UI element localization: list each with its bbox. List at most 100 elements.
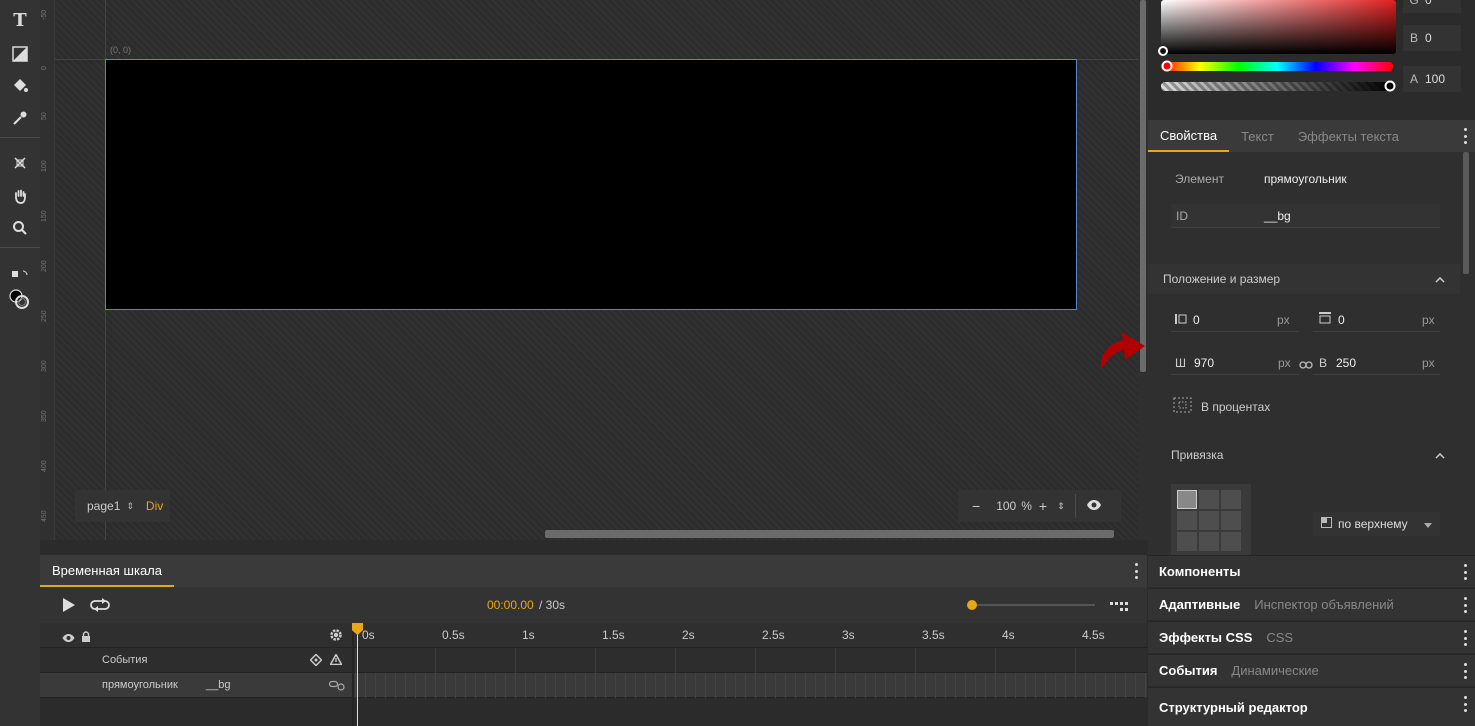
tab-properties[interactable]: Свойства (1148, 120, 1230, 152)
zoom-value[interactable]: 100 (996, 499, 1016, 513)
section-title: Привязка (1171, 448, 1224, 462)
page-selector[interactable]: page1 ⇕ Div (75, 490, 170, 522)
hue-handle[interactable] (1160, 60, 1174, 74)
link-ratio-icon[interactable] (1299, 357, 1313, 375)
panel-title: Структурный редактор (1159, 699, 1308, 715)
timeline-splitter[interactable] (352, 623, 354, 726)
annotation-arrow-icon (1100, 332, 1145, 370)
swap-colors-icon[interactable] (8, 262, 32, 286)
panel-adaptive[interactable]: Адаптивные Инспектор объявлений (1148, 588, 1475, 620)
lock-icon[interactable] (81, 629, 91, 647)
x-field[interactable]: 0 px (1171, 308, 1299, 332)
tab-text[interactable]: Текст (1229, 120, 1286, 152)
more-menu-icon[interactable] (1463, 597, 1467, 613)
selected-rectangle[interactable] (105, 59, 1077, 310)
time-tick: 3s (842, 628, 855, 642)
panel-events[interactable]: События Динамические (1148, 654, 1475, 686)
alpha-handle[interactable] (1383, 80, 1397, 94)
time-tick: 0s (362, 628, 375, 642)
anchor-cell[interactable] (1221, 490, 1241, 509)
height-field[interactable]: В 250 px (1313, 351, 1440, 375)
hand-tool-icon[interactable] (8, 184, 32, 208)
ruler-tick: 0 (41, 66, 48, 70)
panel-components[interactable]: Компоненты (1148, 555, 1475, 587)
tab-timeline[interactable]: Временная шкала (40, 555, 174, 587)
more-menu-icon[interactable] (1463, 128, 1467, 144)
gear-icon[interactable] (329, 628, 343, 647)
anchor-cell[interactable] (1177, 511, 1197, 530)
y-unit: px (1422, 312, 1435, 327)
anchor-cell[interactable] (1221, 511, 1241, 530)
percent-toggle[interactable]: В процентах (1173, 397, 1270, 416)
anchor-cell[interactable] (1177, 532, 1197, 551)
anchor-cell[interactable] (1199, 511, 1219, 530)
percent-label: В процентах (1201, 399, 1271, 414)
timeline-zoom-slider[interactable] (970, 604, 1095, 606)
gradient-tool-icon[interactable] (8, 42, 32, 66)
properties-scrollbar[interactable] (1463, 152, 1469, 274)
tab-text-effects[interactable]: Эффекты текста (1286, 120, 1411, 152)
transform-tool-icon[interactable] (8, 151, 32, 175)
position-size-section[interactable]: Положение и размер (1148, 264, 1460, 294)
anchor-cell[interactable] (1199, 532, 1219, 551)
ruler-tick: 300 (41, 360, 48, 372)
more-menu-icon[interactable] (1463, 564, 1467, 580)
anchor-select-value: по верхнему (1338, 517, 1408, 531)
height-unit: px (1422, 355, 1435, 370)
saturation-handle[interactable] (1156, 44, 1170, 58)
anchor-select[interactable]: по верхнему (1313, 512, 1440, 536)
color-field-a[interactable]: A 100 (1403, 66, 1461, 92)
more-menu-icon[interactable] (1463, 630, 1467, 646)
vertical-scrollbar[interactable] (1138, 0, 1148, 540)
y-field[interactable]: 0 px (1313, 308, 1440, 332)
zoom-out-button[interactable]: − (972, 498, 980, 514)
color-field-b[interactable]: B0 (1403, 25, 1461, 51)
panel-subtitle[interactable]: Динамические (1231, 663, 1318, 678)
toolbar-divider (0, 247, 40, 248)
alpha-slider[interactable] (1161, 82, 1393, 91)
panel-subtitle[interactable]: Инспектор объявлений (1254, 597, 1394, 612)
fill-stroke-color-icon[interactable] (8, 288, 32, 312)
anchor-section[interactable]: Привязка (1148, 440, 1460, 470)
hue-slider[interactable] (1161, 62, 1393, 71)
id-field[interactable]: ID __bg (1171, 204, 1440, 228)
events-track[interactable] (355, 648, 1147, 673)
panel-css-effects[interactable]: Эффекты CSS CSS (1148, 621, 1475, 653)
anchor-top-icon (1321, 517, 1332, 531)
add-keyframe-icon[interactable] (309, 653, 323, 669)
scrollbar-thumb[interactable] (1140, 0, 1146, 372)
color-field-g[interactable]: G0 (1403, 0, 1461, 13)
more-menu-icon[interactable] (1463, 696, 1467, 712)
paint-bucket-icon[interactable] (8, 74, 32, 98)
width-label: Ш (1175, 355, 1186, 370)
text-tool-icon[interactable]: T (8, 8, 32, 32)
id-value: __bg (1264, 208, 1291, 223)
horizontal-scrollbar[interactable] (545, 530, 1114, 538)
timeline-zoom-handle[interactable] (967, 600, 977, 610)
panel-title: Компоненты (1159, 564, 1241, 579)
anchor-cell[interactable] (1199, 490, 1219, 509)
timeline-options-icon[interactable] (1110, 600, 1128, 618)
zoom-in-button[interactable]: + (1039, 498, 1047, 514)
time-tick: 4.5s (1082, 628, 1105, 642)
play-icon[interactable] (62, 597, 76, 618)
playhead[interactable] (357, 623, 358, 726)
width-field[interactable]: Ш 970 px (1171, 351, 1299, 375)
id-label: ID (1176, 208, 1188, 223)
more-menu-icon[interactable] (1134, 563, 1138, 579)
add-event-icon[interactable] (329, 652, 343, 668)
updown-icon[interactable]: ⇕ (1057, 501, 1065, 512)
more-menu-icon[interactable] (1463, 663, 1467, 679)
anchor-cell-top-left[interactable] (1177, 490, 1197, 509)
anchor-cell[interactable] (1221, 532, 1241, 551)
zoom-tool-icon[interactable] (8, 216, 32, 240)
panel-structure-editor[interactable]: Структурный редактор (1148, 687, 1475, 726)
panel-subtitle[interactable]: CSS (1266, 630, 1293, 645)
link-track-icon[interactable] (328, 680, 345, 694)
saturation-area[interactable] (1161, 0, 1396, 54)
rectangle-track[interactable] (355, 673, 1147, 698)
visibility-eye-icon[interactable] (62, 630, 75, 648)
preview-eye-icon[interactable] (1086, 499, 1102, 514)
loop-icon[interactable] (89, 598, 111, 617)
eyedropper-icon[interactable] (8, 106, 32, 130)
